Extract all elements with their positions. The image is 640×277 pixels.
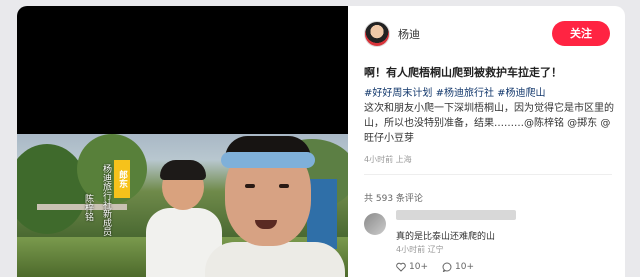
hashtag-link[interactable]: #杨迪爬山 — [497, 88, 545, 99]
author-name[interactable]: 杨迪 — [398, 26, 420, 42]
divider — [364, 174, 612, 175]
author-avatar[interactable] — [364, 21, 390, 47]
person-right — [195, 134, 345, 277]
reply-button[interactable]: 10+ — [442, 262, 474, 272]
commenter-avatar[interactable] — [364, 213, 386, 235]
post-body: #好好周末计划 #杨迪旅行社 #杨迪爬山 这次和朋友小爬一下深圳梧桐山，因为觉得… — [364, 86, 614, 146]
video-caption-line: 杨迪旅行社新成员 — [101, 164, 111, 236]
post-meta: 4小时前 上海 — [364, 155, 412, 164]
comment-icon — [442, 262, 452, 272]
video-player[interactable]: 陈梓铭 郎东 杨迪旅行社新成员 — [17, 6, 348, 277]
post-title: 啊！有人爬梧桐山爬到被救护车拉走了！ — [364, 66, 562, 79]
comment-text: 真的是比泰山还难爬的山 — [396, 232, 496, 242]
comment-meta: 4小时前 辽宁 — [396, 245, 444, 254]
heart-icon — [396, 262, 406, 272]
like-count: 10+ — [409, 262, 428, 272]
comment-count: 共 593 条评论 — [364, 194, 423, 204]
note-panel: 杨迪 关注 啊！有人爬梧桐山爬到被救护车拉走了！ #好好周末计划 #杨迪旅行社 … — [348, 6, 625, 277]
follow-button[interactable]: 关注 — [552, 21, 610, 46]
video-caption-name: 陈梓铭 — [83, 194, 93, 221]
hashtag-link[interactable]: #杨迪旅行社 — [436, 88, 494, 99]
video-frame: 陈梓铭 — [17, 134, 348, 277]
commenter-name-redacted — [396, 210, 516, 220]
like-button[interactable]: 10+ — [396, 262, 428, 272]
reply-count: 10+ — [455, 262, 474, 272]
video-caption-tag: 郎东 — [114, 160, 130, 198]
note-detail-modal: 陈梓铭 郎东 杨迪旅行社新成员 杨迪 关注 啊！有人爬梧桐山爬到被救护车拉走了！… — [17, 6, 625, 277]
post-body-text: 这次和朋友小爬一下深圳梧桐山，因为觉得它是市区里的山，所以也没特别准备，结果……… — [364, 103, 614, 144]
hashtag-link[interactable]: #好好周末计划 — [364, 88, 432, 99]
comment-actions: 10+ 10+ — [396, 262, 474, 272]
